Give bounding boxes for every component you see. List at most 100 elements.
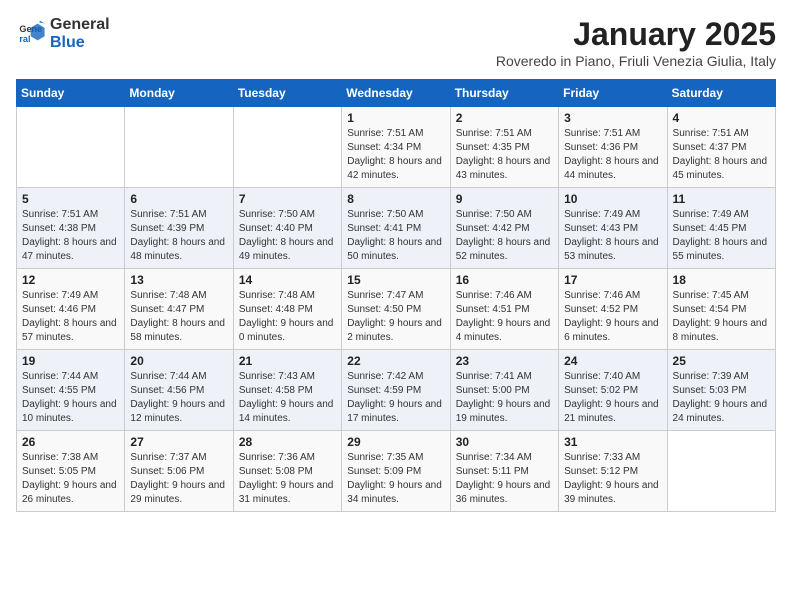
day-number: 14 xyxy=(239,273,336,287)
calendar-cell: 26 Sunrise: 7:38 AM Sunset: 5:05 PM Dayli… xyxy=(17,431,125,512)
day-header-wednesday: Wednesday xyxy=(342,80,450,107)
day-number: 21 xyxy=(239,354,336,368)
day-number: 1 xyxy=(347,111,444,125)
week-row-3: 12 Sunrise: 7:49 AM Sunset: 4:46 PM Dayli… xyxy=(17,269,776,350)
calendar-subtitle: Roveredo in Piano, Friuli Venezia Giulia… xyxy=(496,53,776,69)
calendar-cell: 22 Sunrise: 7:42 AM Sunset: 4:59 PM Dayli… xyxy=(342,350,450,431)
calendar-cell: 10Sunrise: 7:49 AM Sunset: 4:43 PM Dayli… xyxy=(559,188,667,269)
day-number: 16 xyxy=(456,273,553,287)
calendar-cell: 4 Sunrise: 7:51 AM Sunset: 4:37 PM Daylig… xyxy=(667,107,775,188)
calendar-cell: 25 Sunrise: 7:39 AM Sunset: 5:03 PM Dayli… xyxy=(667,350,775,431)
day-info: Sunrise: 7:44 AM Sunset: 4:56 PM Dayligh… xyxy=(130,370,227,426)
day-header-thursday: Thursday xyxy=(450,80,558,107)
calendar-cell: 11 Sunrise: 7:49 AM Sunset: 4:45 PM Dayli… xyxy=(667,188,775,269)
day-info: Sunrise: 7:35 AM Sunset: 5:09 PM Dayligh… xyxy=(347,451,444,507)
calendar-cell: 18Sunrise: 7:45 AM Sunset: 4:54 PM Dayli… xyxy=(667,269,775,350)
day-info: Sunrise: 7:45 AM Sunset: 4:54 PM Dayligh… xyxy=(673,289,770,345)
calendar-cell: 21 Sunrise: 7:43 AM Sunset: 4:58 PM Dayli… xyxy=(233,350,341,431)
week-row-1: 1 Sunrise: 7:51 AM Sunset: 4:34 PM Daylig… xyxy=(17,107,776,188)
day-header-saturday: Saturday xyxy=(667,80,775,107)
week-row-4: 19Sunrise: 7:44 AM Sunset: 4:55 PM Dayli… xyxy=(17,350,776,431)
calendar-cell: 17Sunrise: 7:46 AM Sunset: 4:52 PM Dayli… xyxy=(559,269,667,350)
calendar-cell: 15 Sunrise: 7:47 AM Sunset: 4:50 PM Dayli… xyxy=(342,269,450,350)
calendar-cell: 27 Sunrise: 7:37 AM Sunset: 5:06 PM Dayli… xyxy=(125,431,233,512)
calendar-cell: 1 Sunrise: 7:51 AM Sunset: 4:34 PM Daylig… xyxy=(342,107,450,188)
title-area: January 2025 Roveredo in Piano, Friuli V… xyxy=(496,16,776,69)
calendar-cell: 24 Sunrise: 7:40 AM Sunset: 5:02 PM Dayli… xyxy=(559,350,667,431)
day-header-friday: Friday xyxy=(559,80,667,107)
day-number: 25 xyxy=(673,354,770,368)
logo-icon: Gene ral xyxy=(18,18,46,46)
day-number: 19 xyxy=(22,354,119,368)
day-info: Sunrise: 7:37 AM Sunset: 5:06 PM Dayligh… xyxy=(130,451,227,507)
calendar-cell: 7Sunrise: 7:50 AM Sunset: 4:40 PM Daylig… xyxy=(233,188,341,269)
svg-text:ral: ral xyxy=(19,33,30,43)
calendar-cell: 6 Sunrise: 7:51 AM Sunset: 4:39 PM Daylig… xyxy=(125,188,233,269)
day-info: Sunrise: 7:51 AM Sunset: 4:36 PM Dayligh… xyxy=(564,127,661,183)
day-number: 31 xyxy=(564,435,661,449)
calendar-table: SundayMondayTuesdayWednesdayThursdayFrid… xyxy=(16,79,776,512)
day-number: 2 xyxy=(456,111,553,125)
day-number: 20 xyxy=(130,354,227,368)
day-info: Sunrise: 7:40 AM Sunset: 5:02 PM Dayligh… xyxy=(564,370,661,426)
calendar-cell: 9Sunrise: 7:50 AM Sunset: 4:42 PM Daylig… xyxy=(450,188,558,269)
day-number: 4 xyxy=(673,111,770,125)
calendar-cell: 29 Sunrise: 7:35 AM Sunset: 5:09 PM Dayli… xyxy=(342,431,450,512)
page-header: Gene ral General Blue January 2025 Rover… xyxy=(16,16,776,69)
day-info: Sunrise: 7:47 AM Sunset: 4:50 PM Dayligh… xyxy=(347,289,444,345)
calendar-cell: 28Sunrise: 7:36 AM Sunset: 5:08 PM Dayli… xyxy=(233,431,341,512)
day-number: 11 xyxy=(673,192,770,206)
day-number: 15 xyxy=(347,273,444,287)
calendar-cell: 31 Sunrise: 7:33 AM Sunset: 5:12 PM Dayli… xyxy=(559,431,667,512)
day-number: 27 xyxy=(130,435,227,449)
day-info: Sunrise: 7:51 AM Sunset: 4:34 PM Dayligh… xyxy=(347,127,444,183)
calendar-cell xyxy=(125,107,233,188)
day-info: Sunrise: 7:51 AM Sunset: 4:37 PM Dayligh… xyxy=(673,127,770,183)
calendar-cell: 19Sunrise: 7:44 AM Sunset: 4:55 PM Dayli… xyxy=(17,350,125,431)
calendar-cell: 16 Sunrise: 7:46 AM Sunset: 4:51 PM Dayli… xyxy=(450,269,558,350)
calendar-cell: 14 Sunrise: 7:48 AM Sunset: 4:48 PM Dayli… xyxy=(233,269,341,350)
day-number: 17 xyxy=(564,273,661,287)
day-info: Sunrise: 7:38 AM Sunset: 5:05 PM Dayligh… xyxy=(22,451,119,507)
day-info: Sunrise: 7:50 AM Sunset: 4:42 PM Dayligh… xyxy=(456,208,553,264)
day-number: 5 xyxy=(22,192,119,206)
day-number: 22 xyxy=(347,354,444,368)
day-number: 7 xyxy=(239,192,336,206)
calendar-cell: 8Sunrise: 7:50 AM Sunset: 4:41 PM Daylig… xyxy=(342,188,450,269)
calendar-cell: 20 Sunrise: 7:44 AM Sunset: 4:56 PM Dayli… xyxy=(125,350,233,431)
day-header-monday: Monday xyxy=(125,80,233,107)
week-row-5: 26 Sunrise: 7:38 AM Sunset: 5:05 PM Dayli… xyxy=(17,431,776,512)
calendar-cell: 23 Sunrise: 7:41 AM Sunset: 5:00 PM Dayli… xyxy=(450,350,558,431)
day-info: Sunrise: 7:39 AM Sunset: 5:03 PM Dayligh… xyxy=(673,370,770,426)
day-number: 29 xyxy=(347,435,444,449)
calendar-cell: 5Sunrise: 7:51 AM Sunset: 4:38 PM Daylig… xyxy=(17,188,125,269)
day-info: Sunrise: 7:33 AM Sunset: 5:12 PM Dayligh… xyxy=(564,451,661,507)
day-number: 24 xyxy=(564,354,661,368)
day-number: 28 xyxy=(239,435,336,449)
calendar-cell: 2Sunrise: 7:51 AM Sunset: 4:35 PM Daylig… xyxy=(450,107,558,188)
day-info: Sunrise: 7:43 AM Sunset: 4:58 PM Dayligh… xyxy=(239,370,336,426)
calendar-cell xyxy=(667,431,775,512)
day-info: Sunrise: 7:48 AM Sunset: 4:48 PM Dayligh… xyxy=(239,289,336,345)
day-header-tuesday: Tuesday xyxy=(233,80,341,107)
day-number: 10 xyxy=(564,192,661,206)
day-info: Sunrise: 7:34 AM Sunset: 5:11 PM Dayligh… xyxy=(456,451,553,507)
day-info: Sunrise: 7:41 AM Sunset: 5:00 PM Dayligh… xyxy=(456,370,553,426)
calendar-cell: 12 Sunrise: 7:49 AM Sunset: 4:46 PM Dayli… xyxy=(17,269,125,350)
day-info: Sunrise: 7:46 AM Sunset: 4:51 PM Dayligh… xyxy=(456,289,553,345)
calendar-title: January 2025 xyxy=(496,16,776,53)
day-info: Sunrise: 7:51 AM Sunset: 4:39 PM Dayligh… xyxy=(130,208,227,264)
days-header-row: SundayMondayTuesdayWednesdayThursdayFrid… xyxy=(17,80,776,107)
day-number: 26 xyxy=(22,435,119,449)
calendar-cell xyxy=(17,107,125,188)
day-number: 13 xyxy=(130,273,227,287)
day-number: 12 xyxy=(22,273,119,287)
day-info: Sunrise: 7:49 AM Sunset: 4:46 PM Dayligh… xyxy=(22,289,119,345)
day-number: 6 xyxy=(130,192,227,206)
day-number: 23 xyxy=(456,354,553,368)
logo: Gene ral General Blue xyxy=(16,16,110,52)
day-info: Sunrise: 7:42 AM Sunset: 4:59 PM Dayligh… xyxy=(347,370,444,426)
calendar-cell: 3Sunrise: 7:51 AM Sunset: 4:36 PM Daylig… xyxy=(559,107,667,188)
day-info: Sunrise: 7:49 AM Sunset: 4:45 PM Dayligh… xyxy=(673,208,770,264)
calendar-cell: 13Sunrise: 7:48 AM Sunset: 4:47 PM Dayli… xyxy=(125,269,233,350)
